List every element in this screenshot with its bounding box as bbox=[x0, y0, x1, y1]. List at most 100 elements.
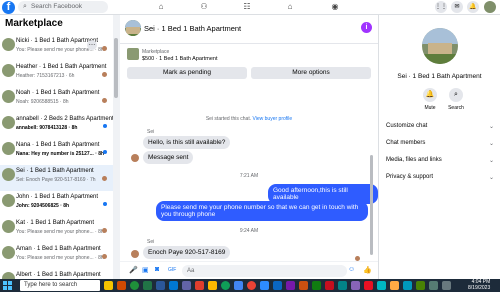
conversation-title[interactable]: Sei · 1 Bed 1 Bath Apartment bbox=[144, 24, 241, 33]
seen-avatar bbox=[102, 46, 107, 51]
gif-icon[interactable]: GIF bbox=[168, 267, 176, 273]
view-buyer-profile-link[interactable]: View buyer profile bbox=[253, 116, 293, 122]
facebook-logo-icon[interactable]: f bbox=[2, 1, 15, 14]
sidebar-scroll-thumb[interactable] bbox=[114, 38, 118, 98]
top-navigation-bar: f ⌕ Search Facebook ⌂ ⚇ ☷ ⌂ ◉ ⋮⋮ ✉ 🔔 bbox=[0, 0, 500, 15]
chevron-down-icon[interactable]: ⌄ bbox=[489, 174, 494, 181]
list-item[interactable]: Noah · 1 Bed 1 Bath Apartment Noah: 92065… bbox=[0, 87, 113, 113]
search-label: Search bbox=[448, 105, 464, 111]
message-input[interactable]: Aa bbox=[182, 265, 347, 277]
emoji-icon[interactable]: ☺ bbox=[348, 266, 355, 273]
message-thread: Sei started this chat. View buyer profil… bbox=[120, 83, 378, 263]
app-icon[interactable] bbox=[364, 281, 373, 290]
chevron-down-icon[interactable]: ⌄ bbox=[489, 140, 494, 147]
app-icon[interactable] bbox=[312, 281, 321, 290]
app-icon[interactable] bbox=[234, 281, 243, 290]
message-input-placeholder: Aa bbox=[187, 268, 195, 274]
teams-icon[interactable] bbox=[182, 281, 191, 290]
file-explorer-icon[interactable] bbox=[104, 281, 113, 290]
app-icon[interactable] bbox=[351, 281, 360, 290]
app-icon[interactable] bbox=[377, 281, 386, 290]
app-icon[interactable] bbox=[273, 281, 282, 290]
list-item-title: Noah · 1 Bed 1 Bath Apartment bbox=[16, 90, 100, 96]
messenger-icon[interactable]: ✉ bbox=[451, 1, 463, 13]
app-icon[interactable] bbox=[260, 281, 269, 290]
marketplace-icon[interactable]: ⌂ bbox=[284, 2, 296, 12]
listing-title[interactable]: $500 · 1 Bed 1 Bath Apartment bbox=[142, 56, 218, 62]
list-item[interactable]: Sei · 1 Bed 1 Bath Apartment Sei: Enoch P… bbox=[0, 165, 113, 191]
windows-start-icon[interactable] bbox=[3, 281, 12, 290]
account-icon[interactable] bbox=[484, 1, 496, 13]
friends-icon[interactable]: ⚇ bbox=[198, 2, 210, 12]
chevron-down-icon[interactable]: ⌄ bbox=[489, 123, 494, 130]
chevron-down-icon[interactable]: ⌄ bbox=[489, 157, 494, 164]
sender-name: Sei bbox=[147, 239, 155, 245]
chrome-icon[interactable] bbox=[130, 281, 139, 290]
list-item-title: Nicki · 1 Bed 1 Bath Apartment bbox=[16, 38, 99, 44]
chat-list-sidebar: Marketplace Nicki · 1 Bed 1 Bath Apartme… bbox=[0, 15, 114, 279]
bell-icon[interactable]: 🔔 bbox=[423, 88, 437, 102]
chat-members-section[interactable]: Chat members bbox=[386, 140, 425, 146]
gaming-icon[interactable]: ◉ bbox=[329, 2, 341, 12]
more-options-button[interactable]: More options bbox=[251, 67, 371, 79]
list-item-preview: Noah: 9206588515 · 8h bbox=[16, 99, 69, 105]
list-item[interactable]: Heather · 1 Bed 1 Bath Apartment Heather:… bbox=[0, 61, 113, 87]
listing-thumbnail bbox=[2, 168, 15, 181]
list-item-title: Kat · 1 Bed 1 Bath Apartment bbox=[16, 220, 95, 226]
more-icon[interactable]: … bbox=[87, 40, 97, 50]
app-icon[interactable] bbox=[416, 281, 425, 290]
listing-thumbnail bbox=[2, 220, 15, 233]
list-item[interactable]: annabell · 2 Beds 2 Baths Apartment annab… bbox=[0, 113, 113, 139]
notifications-icon[interactable]: 🔔 bbox=[467, 1, 479, 13]
timestamp: 9:24 AM bbox=[239, 228, 259, 234]
home-icon[interactable]: ⌂ bbox=[155, 2, 167, 12]
image-icon[interactable]: ▣ bbox=[142, 266, 149, 274]
list-item-title: John · 1 Bed 1 Bath Apartment bbox=[16, 194, 99, 200]
edge-icon[interactable] bbox=[169, 281, 178, 290]
listing-thumbnail bbox=[2, 246, 15, 259]
list-item[interactable]: Nana · 1 Bed 1 Bath Apartment Nana: Hey m… bbox=[0, 139, 113, 165]
app-icon[interactable] bbox=[429, 281, 438, 290]
list-item-title: Aman · 1 Bed 1 Bath Apartment bbox=[16, 246, 101, 252]
info-icon[interactable]: i bbox=[361, 22, 372, 33]
app-icon[interactable] bbox=[221, 281, 230, 290]
powerpoint-icon[interactable] bbox=[117, 281, 126, 290]
listing-avatar[interactable] bbox=[422, 28, 458, 64]
app-icon[interactable] bbox=[247, 281, 256, 290]
customize-chat-section[interactable]: Customize chat bbox=[386, 123, 427, 129]
microphone-icon[interactable]: 🎤 bbox=[129, 266, 138, 274]
list-item[interactable]: John · 1 Bed 1 Bath Apartment John: 92045… bbox=[0, 191, 113, 217]
app-icon[interactable] bbox=[195, 281, 204, 290]
search-icon[interactable]: ⌕ bbox=[449, 88, 463, 102]
media-files-links-section[interactable]: Media, files and links bbox=[386, 157, 442, 163]
menu-icon[interactable]: ⋮⋮ bbox=[435, 1, 447, 13]
groups-icon[interactable]: ☷ bbox=[241, 2, 253, 12]
list-item[interactable]: Aman · 1 Bed 1 Bath Apartment You: Please… bbox=[0, 243, 113, 269]
conversation-avatar[interactable] bbox=[125, 20, 141, 36]
sticker-icon[interactable]: ◙ bbox=[155, 266, 159, 273]
seen-avatar bbox=[102, 98, 107, 103]
app-icon[interactable] bbox=[442, 281, 451, 290]
like-icon[interactable]: 👍 bbox=[363, 266, 372, 274]
listing-thumbnail[interactable] bbox=[127, 48, 139, 60]
list-item[interactable]: Nicki · 1 Bed 1 Bath Apartment You: Pleas… bbox=[0, 35, 113, 61]
app-icon[interactable] bbox=[286, 281, 295, 290]
privacy-support-section[interactable]: Privacy & support bbox=[386, 174, 433, 180]
excel-icon[interactable] bbox=[143, 281, 152, 290]
list-item[interactable]: Albert · 1 Bed 1 Bath Apartment bbox=[0, 269, 113, 279]
taskbar-search-input[interactable]: Type here to search bbox=[20, 280, 100, 291]
app-icon[interactable] bbox=[325, 281, 334, 290]
app-icon[interactable] bbox=[390, 281, 399, 290]
app-icon[interactable] bbox=[299, 281, 308, 290]
app-icon[interactable] bbox=[338, 281, 347, 290]
listing-thumbnail bbox=[2, 142, 15, 155]
system-clock[interactable]: 4:04 PM 8/19/2023 bbox=[468, 279, 490, 291]
search-input[interactable]: ⌕ Search Facebook bbox=[18, 1, 108, 13]
app-icon[interactable] bbox=[208, 281, 217, 290]
conversation-scrollbar[interactable] bbox=[370, 155, 373, 255]
app-icon[interactable] bbox=[403, 281, 412, 290]
list-item-preview: Heather: 7153167213 · 6h bbox=[16, 73, 75, 79]
mark-as-pending-button[interactable]: Mark as pending bbox=[127, 67, 247, 79]
list-item[interactable]: Kat · 1 Bed 1 Bath Apartment You: Please … bbox=[0, 217, 113, 243]
word-icon[interactable] bbox=[156, 281, 165, 290]
